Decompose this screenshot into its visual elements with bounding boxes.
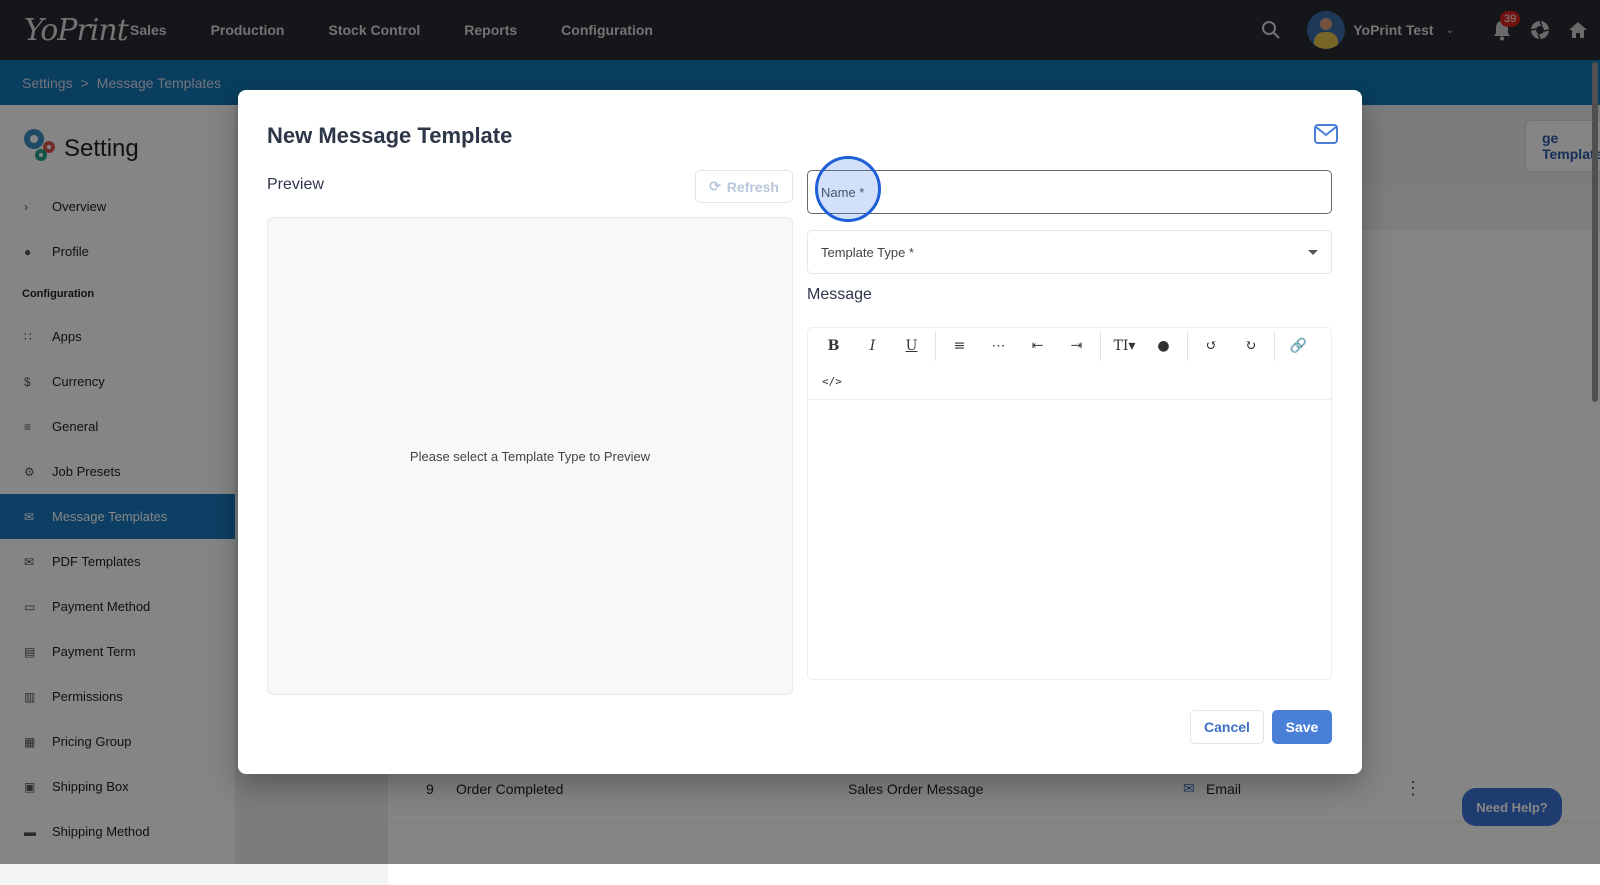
indent-icon[interactable]: ⇥	[1057, 338, 1096, 354]
click-indicator	[815, 156, 881, 222]
message-editor: B I U ≡ ⋯ ⇤ ⇥ TI▾ ● ↺ ↻ 🔗 </>	[807, 327, 1332, 680]
text-size-icon[interactable]: TI▾	[1105, 338, 1144, 354]
template-type-label: Template Type *	[821, 244, 914, 260]
cancel-button[interactable]: Cancel	[1190, 710, 1264, 744]
color-drop-icon[interactable]: ●	[1144, 338, 1183, 354]
save-button[interactable]: Save	[1272, 710, 1332, 744]
message-label: Message	[807, 286, 872, 303]
preview-panel: Please select a Template Type to Preview	[267, 217, 793, 695]
outdent-icon[interactable]: ⇤	[1018, 338, 1057, 354]
new-message-template-dialog: New Message Template Preview ⟳ Refresh Pl…	[238, 90, 1362, 774]
mail-icon	[1314, 124, 1338, 149]
redo-icon[interactable]: ↻	[1231, 338, 1270, 354]
preview-placeholder: Please select a Template Type to Preview	[409, 448, 651, 464]
name-input[interactable]: Name *	[807, 170, 1332, 214]
template-type-select[interactable]: Template Type *	[807, 230, 1332, 274]
dropdown-caret-icon	[1308, 250, 1318, 255]
italic-icon[interactable]: I	[853, 338, 892, 354]
message-body-input[interactable]	[808, 400, 1331, 678]
preview-label: Preview	[267, 176, 324, 193]
dialog-title: New Message Template	[267, 123, 513, 148]
code-view-icon[interactable]: </>	[822, 375, 842, 388]
editor-toolbar: B I U ≡ ⋯ ⇤ ⇥ TI▾ ● ↺ ↻ 🔗	[808, 328, 1331, 364]
underline-icon[interactable]: U	[892, 338, 931, 354]
refresh-button[interactable]: ⟳ Refresh	[695, 170, 793, 203]
bullet-list-icon[interactable]: ⋯	[979, 338, 1018, 354]
undo-icon[interactable]: ↺	[1192, 338, 1231, 354]
link-icon[interactable]: 🔗	[1279, 338, 1318, 354]
refresh-icon: ⟳	[709, 178, 721, 194]
ordered-list-icon[interactable]: ≡	[940, 338, 979, 354]
bold-icon[interactable]: B	[814, 338, 853, 354]
